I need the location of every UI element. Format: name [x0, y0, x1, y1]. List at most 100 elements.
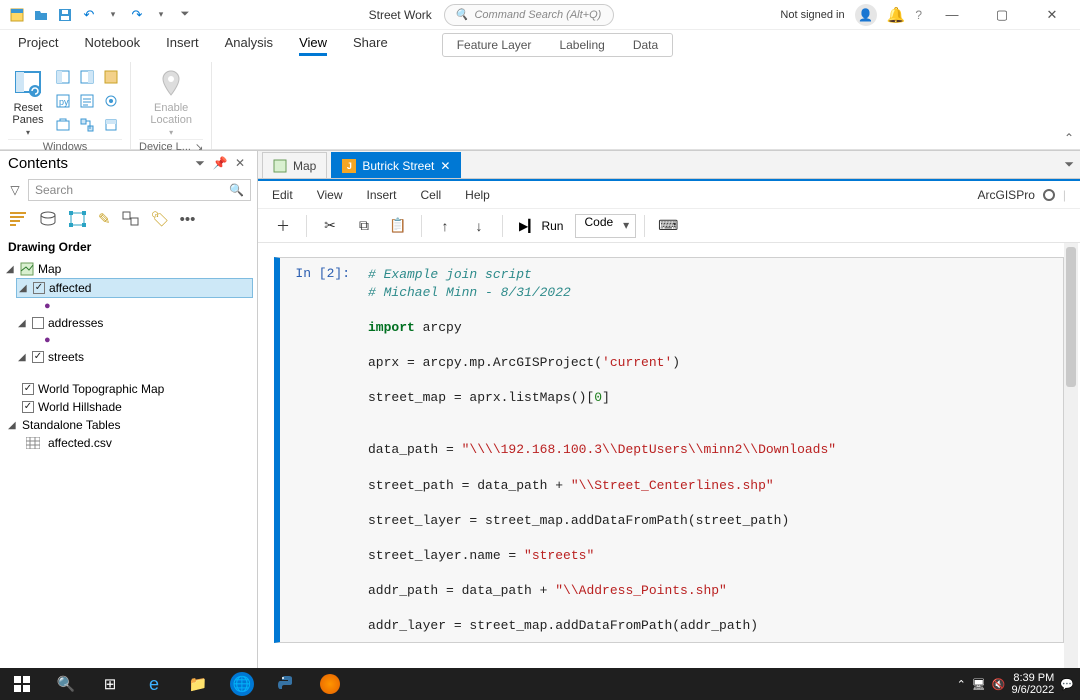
new-project-icon[interactable]: [6, 4, 28, 26]
notebook-body[interactable]: In [2]: # Example join script # Michael …: [258, 243, 1080, 668]
ie-icon[interactable]: e: [132, 668, 176, 700]
taskbar-clock[interactable]: 8:39 PM 9/6/2022: [1011, 672, 1054, 696]
signin-label[interactable]: Not signed in: [780, 9, 844, 21]
doc-tab-map[interactable]: Map: [262, 152, 327, 178]
workflow-icon[interactable]: [76, 114, 98, 136]
start-button[interactable]: [0, 668, 44, 700]
command-palette-icon[interactable]: ⌨: [653, 213, 683, 239]
contents-search[interactable]: Search 🔍: [28, 179, 251, 201]
volume-icon[interactable]: 🔇: [992, 678, 1006, 691]
tab-project[interactable]: Project: [18, 35, 58, 56]
redo-dd-icon[interactable]: ▾: [150, 4, 172, 26]
task-view-icon[interactable]: ⊞: [88, 668, 132, 700]
undo-icon[interactable]: ↶: [78, 4, 100, 26]
nb-menu-view[interactable]: View: [317, 188, 343, 202]
list-by-snapping-icon[interactable]: [121, 210, 141, 228]
tree-standalone-tables[interactable]: ◢Standalone Tables: [6, 416, 253, 434]
visibility-checkbox[interactable]: [32, 351, 44, 363]
gp-history-icon[interactable]: [52, 114, 74, 136]
open-project-icon[interactable]: [30, 4, 52, 26]
tab-notebook[interactable]: Notebook: [84, 35, 140, 56]
move-up-icon[interactable]: ↑: [430, 213, 460, 239]
visibility-checkbox[interactable]: [22, 383, 34, 395]
cut-icon[interactable]: ✂: [315, 213, 345, 239]
save-icon[interactable]: [54, 4, 76, 26]
filter-icon[interactable]: ▽: [6, 183, 24, 197]
tray-up-icon[interactable]: ⌃: [957, 678, 966, 691]
collapse-icon[interactable]: ◢: [18, 352, 28, 363]
command-search[interactable]: 🔍 Command Search (Alt+Q): [444, 4, 614, 26]
reset-panes-button[interactable]: Reset Panes▾: [8, 66, 48, 139]
list-by-drawing-icon[interactable]: [8, 210, 28, 228]
minimize-button[interactable]: —: [932, 0, 972, 30]
tab-insert[interactable]: Insert: [166, 35, 199, 56]
visibility-checkbox[interactable]: [32, 317, 44, 329]
pane-close-icon[interactable]: ✕: [231, 156, 249, 171]
kernel-status-icon[interactable]: [1043, 189, 1055, 201]
collapse-icon[interactable]: ◢: [6, 264, 16, 275]
undo-dd-icon[interactable]: ▾: [102, 4, 124, 26]
pane-options-icon[interactable]: ⏷: [191, 156, 209, 171]
vertical-scrollbar[interactable]: [1064, 243, 1078, 668]
tree-layer-addresses[interactable]: ◢addresses: [16, 314, 253, 332]
close-tab-icon[interactable]: ✕: [440, 159, 450, 173]
redo-icon[interactable]: ↷: [126, 4, 148, 26]
network-icon[interactable]: 🖥: [972, 678, 986, 691]
visibility-checkbox[interactable]: [33, 282, 45, 294]
tab-options-icon[interactable]: ⏷: [1064, 157, 1074, 172]
qat-customize-icon[interactable]: ⏷: [174, 4, 196, 26]
doc-tab-notebook[interactable]: J Butrick Street ✕: [331, 152, 461, 178]
collapse-icon[interactable]: ◢: [8, 420, 18, 431]
aviation-icon[interactable]: [100, 114, 122, 136]
tab-view[interactable]: View: [299, 35, 327, 56]
more-views-icon[interactable]: •••: [180, 211, 196, 228]
tree-layer-affected[interactable]: ◢affected: [16, 278, 253, 298]
python-window-icon[interactable]: py: [52, 90, 74, 112]
list-by-editing-icon[interactable]: ✎: [98, 210, 111, 228]
scroll-thumb[interactable]: [1066, 247, 1076, 387]
tab-analysis[interactable]: Analysis: [225, 35, 273, 56]
collapse-ribbon-icon[interactable]: ⌃: [1064, 131, 1074, 145]
firefox-icon[interactable]: [308, 668, 352, 700]
reviewer-icon[interactable]: [100, 90, 122, 112]
tree-layer-hillshade[interactable]: World Hillshade: [20, 398, 253, 416]
notification-center-icon[interactable]: 💬: [1060, 678, 1074, 691]
code-cell[interactable]: In [2]: # Example join script # Michael …: [274, 257, 1064, 643]
close-button[interactable]: ✕: [1032, 0, 1072, 30]
tree-map[interactable]: ◢Map: [4, 260, 253, 278]
cell-type-select[interactable]: Code: [575, 214, 636, 238]
arcgis-icon[interactable]: 🌐: [220, 668, 264, 700]
tree-layer-topo[interactable]: World Topographic Map: [20, 380, 253, 398]
tab-share[interactable]: Share: [353, 35, 388, 56]
catalog-pane-icon[interactable]: [76, 66, 98, 88]
avatar-icon[interactable]: 👤: [855, 4, 877, 26]
catalog-view-icon[interactable]: [100, 66, 122, 88]
nb-menu-edit[interactable]: Edit: [272, 188, 293, 202]
search-icon[interactable]: 🔍: [44, 668, 88, 700]
help-icon[interactable]: ?: [915, 8, 922, 22]
collapse-icon[interactable]: ◢: [18, 318, 28, 329]
copy-icon[interactable]: ⧉: [349, 213, 379, 239]
visibility-checkbox[interactable]: [22, 401, 34, 413]
contents-pane-icon[interactable]: [52, 66, 74, 88]
tab-data[interactable]: Data: [619, 38, 672, 52]
tree-layer-streets[interactable]: ◢streets: [16, 348, 253, 366]
nb-menu-cell[interactable]: Cell: [421, 188, 442, 202]
python-icon[interactable]: [264, 668, 308, 700]
notifications-icon[interactable]: 🔔: [887, 6, 906, 24]
collapse-icon[interactable]: ◢: [19, 283, 29, 294]
list-by-selection-icon[interactable]: [68, 210, 88, 228]
nb-menu-help[interactable]: Help: [465, 188, 490, 202]
file-explorer-icon[interactable]: 📁: [176, 668, 220, 700]
code-content[interactable]: # Example join script # Michael Minn - 8…: [358, 258, 1063, 642]
move-down-icon[interactable]: ↓: [464, 213, 494, 239]
maximize-button[interactable]: ▢: [982, 0, 1022, 30]
nb-menu-insert[interactable]: Insert: [366, 188, 396, 202]
tree-table-item[interactable]: affected.csv: [24, 434, 253, 452]
run-button[interactable]: ▶▎Run: [511, 213, 571, 239]
add-cell-icon[interactable]: ＋: [268, 213, 298, 239]
pane-pin-icon[interactable]: 📌: [211, 156, 229, 171]
tab-labeling[interactable]: Labeling: [545, 38, 618, 52]
list-by-source-icon[interactable]: [38, 210, 58, 228]
tasks-icon[interactable]: [76, 90, 98, 112]
